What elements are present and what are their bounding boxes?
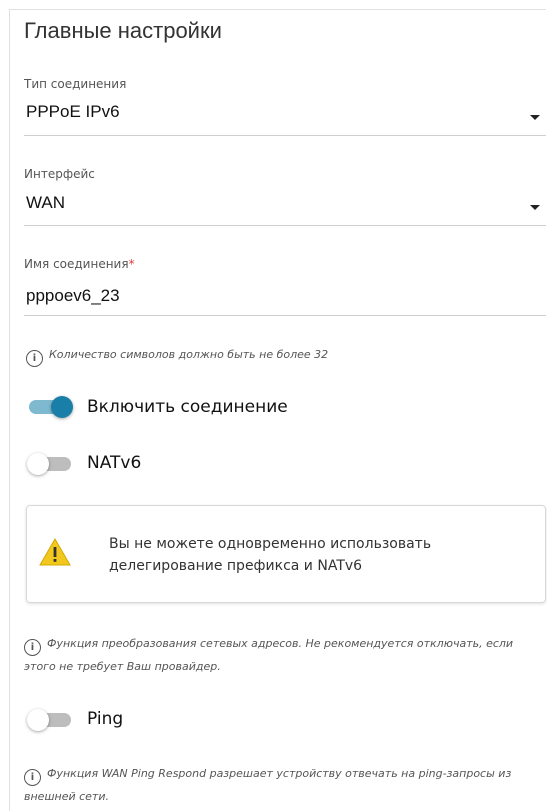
- interface-value: WAN: [26, 193, 66, 212]
- caret-down-icon: [530, 205, 540, 210]
- interface-label: Интерфейс: [24, 167, 95, 181]
- natv6-warning-box: Вы не можете одновременно использовать д…: [26, 505, 546, 603]
- connection-name-hint-text: Количество символов должно быть не более…: [49, 348, 329, 361]
- natv6-label: NATv6: [87, 453, 142, 473]
- caret-down-icon: [530, 115, 540, 120]
- toggle-knob: [51, 396, 73, 418]
- natv6-hint-text: Функция преобразования сетевых адресов. …: [24, 637, 514, 673]
- info-icon: i: [24, 769, 41, 786]
- required-mark: *: [128, 257, 135, 271]
- connection-name-hint: i Количество символов должно быть не боле…: [26, 344, 536, 367]
- ping-hint: i Функция WAN Ping Respond разрешает устр…: [24, 763, 534, 807]
- toggle-knob: [27, 709, 49, 731]
- warning-icon: [39, 537, 71, 566]
- enable-connection-toggle[interactable]: [27, 396, 73, 418]
- ping-toggle[interactable]: [27, 709, 73, 731]
- interface-underline: [24, 225, 546, 226]
- connection-type-label: Тип соединения: [24, 77, 127, 91]
- natv6-warning-text: Вы не можете одновременно использовать д…: [109, 536, 432, 574]
- ping-hint-text: Функция WAN Ping Respond разрешает устро…: [24, 767, 512, 803]
- connection-type-underline: [24, 135, 546, 136]
- enable-connection-label: Включить соединение: [87, 397, 288, 417]
- connection-type-value: PPPoE IPv6: [26, 102, 120, 121]
- toggle-knob: [27, 453, 49, 475]
- natv6-hint: i Функция преобразования сетевых адресов.…: [24, 633, 534, 677]
- connection-name-underline: [24, 315, 546, 316]
- info-icon: i: [24, 639, 41, 656]
- connection-name-label-text: Имя соединения: [24, 257, 129, 271]
- connection-name-input[interactable]: pppoev6_23: [26, 286, 120, 306]
- interface-select[interactable]: WAN: [24, 188, 546, 224]
- info-icon: i: [26, 350, 43, 367]
- connection-type-select[interactable]: PPPoE IPv6: [24, 98, 546, 134]
- natv6-toggle[interactable]: [27, 453, 73, 475]
- connection-name-label: Имя соединения*: [24, 257, 135, 271]
- section-title: Главные настройки: [24, 18, 222, 43]
- ping-label: Ping: [87, 709, 124, 729]
